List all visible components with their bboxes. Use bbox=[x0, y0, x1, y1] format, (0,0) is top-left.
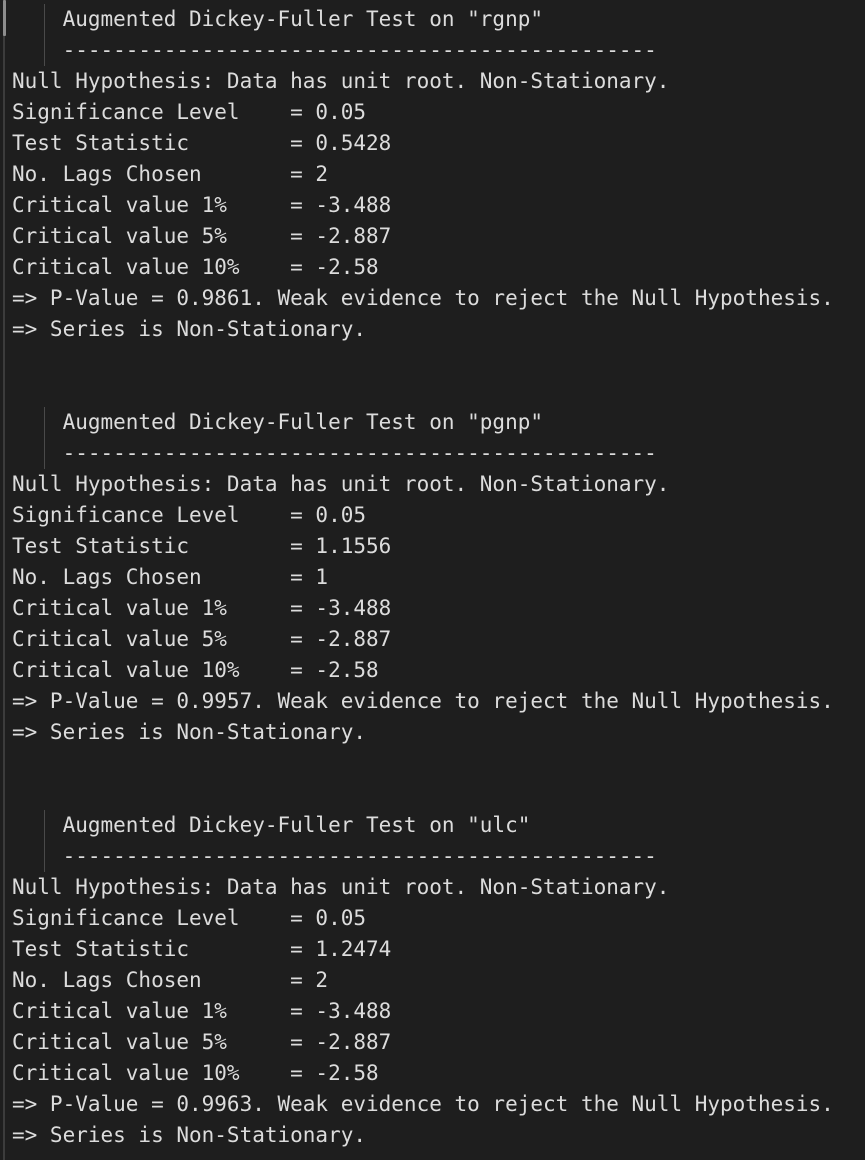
critical-value-1pct-row: Critical value 1% = -3.488 bbox=[12, 193, 392, 217]
critical-value-1pct-row: Critical value 1% = -3.488 bbox=[12, 596, 392, 620]
null-hypothesis-row: Null Hypothesis: Data has unit root. Non… bbox=[12, 69, 670, 93]
null-hypothesis-row: Null Hypothesis: Data has unit root. Non… bbox=[12, 875, 670, 899]
adf-test-title: Augmented Dickey-Fuller Test on "ulc" bbox=[0, 810, 865, 841]
no-lags-chosen-row: No. Lags Chosen = 2 bbox=[12, 968, 329, 992]
critical-value-10pct-row: Critical value 10% = -2.58 bbox=[12, 255, 379, 279]
significance-level-row: Significance Level = 0.05 bbox=[12, 906, 367, 930]
stdout-stream: Augmented Dickey-Fuller Test on "rgnp" -… bbox=[0, 0, 865, 1151]
adf-test-separator-rule: ----------------------------------------… bbox=[0, 841, 865, 872]
no-lags-chosen-row: No. Lags Chosen = 1 bbox=[12, 565, 329, 589]
no-lags-chosen-row: No. Lags Chosen = 2 bbox=[12, 162, 329, 186]
null-hypothesis-row: Null Hypothesis: Data has unit root. Non… bbox=[12, 472, 670, 496]
significance-level-row: Significance Level = 0.05 bbox=[12, 503, 367, 527]
test-statistic-row: Test Statistic = 0.5428 bbox=[12, 131, 392, 155]
critical-value-5pct-row: Critical value 5% = -2.887 bbox=[12, 627, 392, 651]
adf-test-title: Augmented Dickey-Fuller Test on "rgnp" bbox=[0, 4, 865, 35]
critical-value-10pct-row: Critical value 10% = -2.58 bbox=[12, 1061, 379, 1085]
adf-test-separator-rule: ----------------------------------------… bbox=[0, 438, 865, 469]
adf-test-title: Augmented Dickey-Fuller Test on "pgnp" bbox=[0, 407, 865, 438]
adf-test-separator-rule: ----------------------------------------… bbox=[0, 35, 865, 66]
stationarity-conclusion-row: => Series is Non-Stationary. bbox=[12, 1123, 367, 1147]
critical-value-5pct-row: Critical value 5% = -2.887 bbox=[12, 1030, 392, 1054]
test-statistic-row: Test Statistic = 1.2474 bbox=[12, 937, 392, 961]
significance-level-row: Significance Level = 0.05 bbox=[12, 100, 367, 124]
stationarity-conclusion-row: => Series is Non-Stationary. bbox=[12, 317, 367, 341]
critical-value-1pct-row: Critical value 1% = -3.488 bbox=[12, 999, 392, 1023]
p-value-conclusion-row: => P-Value = 0.9861. Weak evidence to re… bbox=[12, 286, 834, 310]
test-statistic-row: Test Statistic = 1.1556 bbox=[12, 534, 392, 558]
p-value-conclusion-row: => P-Value = 0.9963. Weak evidence to re… bbox=[12, 1092, 834, 1116]
adf-test-block: Augmented Dickey-Fuller Test on "pgnp" -… bbox=[0, 407, 865, 748]
critical-value-10pct-row: Critical value 10% = -2.58 bbox=[12, 658, 379, 682]
critical-value-5pct-row: Critical value 5% = -2.887 bbox=[12, 224, 392, 248]
stationarity-conclusion-row: => Series is Non-Stationary. bbox=[12, 720, 367, 744]
p-value-conclusion-row: => P-Value = 0.9957. Weak evidence to re… bbox=[12, 689, 834, 713]
adf-test-block: Augmented Dickey-Fuller Test on "rgnp" -… bbox=[0, 4, 865, 345]
notebook-output-area: Augmented Dickey-Fuller Test on "rgnp" -… bbox=[0, 0, 865, 1160]
adf-test-block: Augmented Dickey-Fuller Test on "ulc" --… bbox=[0, 810, 865, 1151]
